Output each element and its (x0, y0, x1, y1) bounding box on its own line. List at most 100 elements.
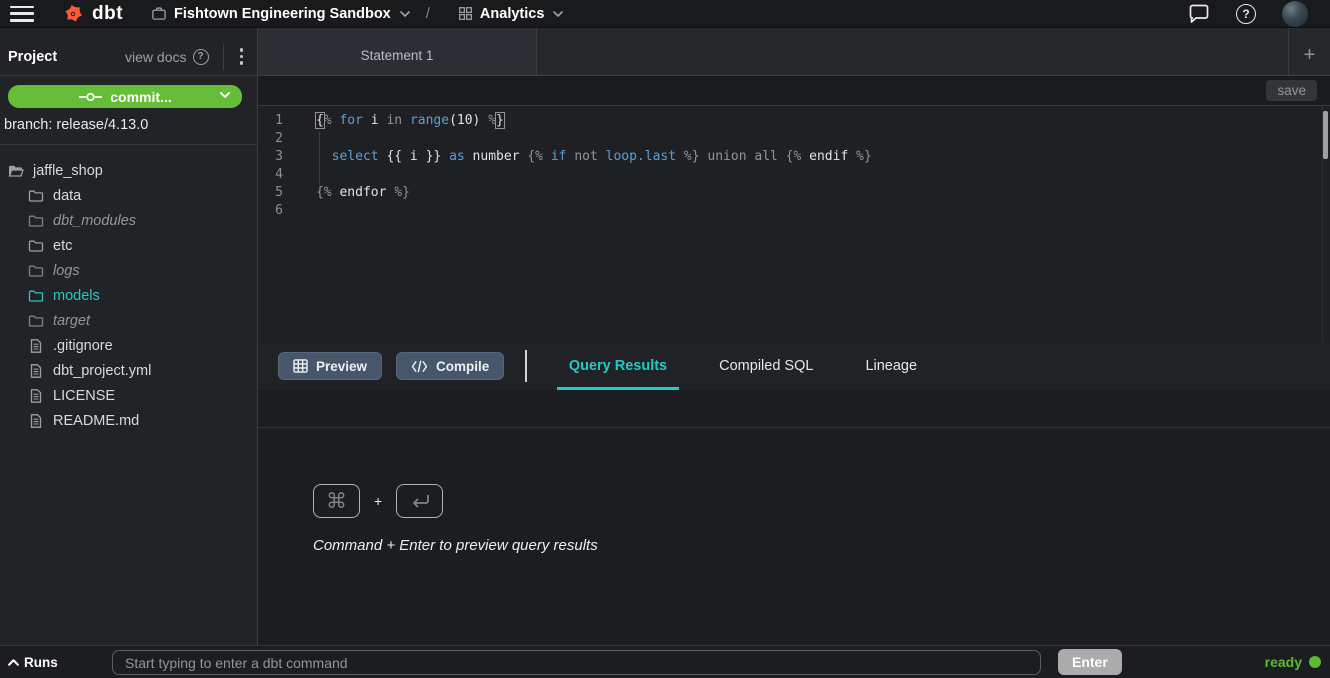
dbt-command-input[interactable] (112, 650, 1041, 675)
tab-label: Statement 1 (361, 48, 434, 63)
file-icon (28, 338, 44, 354)
tree-item-gitignore[interactable]: .gitignore (0, 333, 257, 358)
enter-button[interactable]: Enter (1058, 649, 1122, 675)
folder-icon (28, 188, 44, 204)
commit-icon (78, 91, 103, 103)
line-number: 6 (258, 202, 296, 220)
status-label: ready (1265, 654, 1302, 670)
tab-lineage[interactable]: Lineage (845, 342, 937, 390)
tree-item-label: .gitignore (53, 338, 113, 354)
runs-toggle[interactable]: Runs (8, 655, 58, 670)
tree-item-license[interactable]: LICENSE (0, 383, 257, 408)
code-line[interactable]: 5{% endfor %} (258, 184, 1330, 202)
file-icon (28, 388, 44, 404)
command-bar: Runs Enter ready (0, 645, 1330, 678)
tree-item-label: etc (53, 238, 72, 254)
table-icon (293, 359, 308, 373)
code-editor[interactable]: 1{% for i in range(10) %}23 select {{ i … (258, 106, 1330, 342)
account-selector[interactable]: Fishtown Engineering Sandbox (151, 6, 410, 22)
briefcase-icon (151, 6, 167, 21)
tab-compiled-sql[interactable]: Compiled SQL (699, 342, 833, 390)
docs-question-icon: ? (193, 49, 209, 65)
save-button[interactable]: save (1266, 80, 1317, 101)
line-number: 2 (258, 130, 296, 148)
indent-guide (319, 132, 320, 186)
command-key: ⌘ (313, 484, 360, 518)
tab-statement-1[interactable]: Statement 1 (258, 28, 537, 75)
chevron-down-icon (400, 11, 410, 17)
editor-scrollbar[interactable] (1322, 106, 1329, 342)
file-icon (28, 363, 44, 379)
tree-item-target[interactable]: target (0, 308, 257, 333)
results-tabs: Query Results Compiled SQL Lineage (549, 342, 949, 390)
tree-item-dbt-modules[interactable]: dbt_modules (0, 208, 257, 233)
code-line[interactable]: 2 (258, 130, 1330, 148)
line-number: 1 (258, 112, 296, 130)
tree-item-label: logs (53, 263, 80, 279)
preview-button[interactable]: Preview (278, 352, 382, 380)
line-number: 3 (258, 148, 296, 166)
folder-open-icon (8, 163, 24, 179)
scrollbar-thumb[interactable] (1323, 111, 1328, 159)
tree-item-readme[interactable]: README.md (0, 408, 257, 433)
return-icon (409, 493, 431, 509)
file-icon (28, 413, 44, 429)
tree-item-etc[interactable]: etc (0, 233, 257, 258)
compile-button[interactable]: Compile (396, 352, 504, 380)
shortcut-hint-text: Command + Enter to preview query results (313, 537, 598, 554)
chevron-down-icon (553, 11, 563, 17)
results-body-divider (258, 427, 1330, 428)
editor-tab-strip: Statement 1 + (258, 28, 1330, 76)
folder-icon (28, 288, 44, 304)
editor-main-area: Statement 1 + save 1{% for i in range(10… (258, 28, 1330, 645)
sidebar-header: Project view docs ? (0, 28, 257, 76)
tree-item-label: dbt_modules (53, 213, 136, 229)
view-docs-label: view docs (125, 49, 186, 65)
dbt-logo-icon (58, 3, 88, 25)
command-icon: ⌘ (326, 489, 347, 513)
tree-item-dbt-project-yml[interactable]: dbt_project.yml (0, 358, 257, 383)
tree-item-label: data (53, 188, 81, 204)
help-icon[interactable]: ? (1236, 4, 1256, 24)
code-lines: 1{% for i in range(10) %}23 select {{ i … (258, 106, 1330, 220)
view-docs-link[interactable]: view docs ? (125, 49, 208, 65)
tab-query-results[interactable]: Query Results (549, 342, 687, 390)
account-name: Fishtown Engineering Sandbox (174, 6, 391, 22)
tab-strip-spacer (537, 28, 1288, 75)
plus-separator: + (374, 493, 382, 509)
tree-item-label: LICENSE (53, 388, 115, 404)
new-tab-button[interactable]: + (1288, 28, 1330, 75)
dbt-logo-text: dbt (92, 3, 123, 25)
top-navigation-bar: dbt Fishtown Engineering Sandbox / Analy… (0, 0, 1330, 28)
branch-label: branch: release/4.13.0 (4, 117, 257, 133)
commit-button[interactable]: commit... (8, 85, 242, 108)
code-line[interactable]: 3 select {{ i }} as number {% if not loo… (258, 148, 1330, 166)
chat-icon[interactable] (1188, 4, 1210, 24)
docs-question-glyph: ? (197, 51, 203, 62)
editor-toolbar-row: save (258, 76, 1330, 106)
grid-icon (458, 6, 473, 21)
results-panel-body: ⌘ + Command + Enter to preview query res… (258, 390, 1330, 645)
user-avatar[interactable] (1282, 1, 1308, 27)
chevron-down-icon (220, 92, 230, 98)
code-line[interactable]: 6 (258, 202, 1330, 220)
tree-item-models[interactable]: models (0, 283, 257, 308)
file-tree: jaffle_shop data dbt_modules etc logs mo… (0, 145, 257, 433)
tree-item-jaffle-shop[interactable]: jaffle_shop (0, 158, 257, 183)
line-number: 4 (258, 166, 296, 184)
kebab-menu-icon[interactable] (234, 44, 258, 69)
line-number: 5 (258, 184, 296, 202)
dbt-logo[interactable]: dbt (58, 3, 123, 25)
results-tab-label: Query Results (569, 358, 667, 374)
commit-button-label: commit... (110, 89, 171, 105)
shortcut-hint: ⌘ + Command + Enter to preview query res… (313, 484, 598, 554)
code-line[interactable]: 1{% for i in range(10) %} (258, 112, 1330, 130)
results-tab-label: Compiled SQL (719, 358, 813, 374)
tree-item-logs[interactable]: logs (0, 258, 257, 283)
code-line[interactable]: 4 (258, 166, 1330, 184)
hamburger-menu-icon[interactable] (10, 6, 34, 22)
folder-icon (28, 213, 44, 229)
folder-icon (28, 238, 44, 254)
project-selector[interactable]: Analytics (458, 6, 563, 22)
tree-item-data[interactable]: data (0, 183, 257, 208)
